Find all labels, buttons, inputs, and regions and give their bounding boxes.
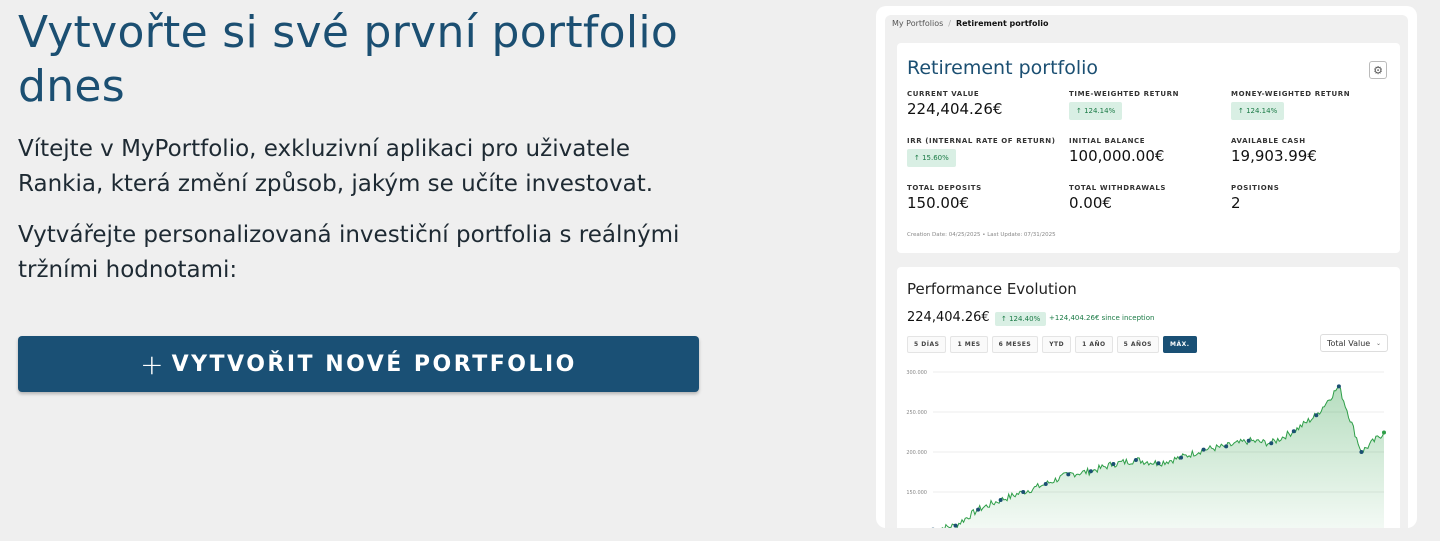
data-point[interactable] [1224, 444, 1229, 449]
breadcrumb-root[interactable]: My Portfolios [892, 19, 943, 28]
hero-title: Vytvořte si své první portfolio dnes [18, 7, 679, 112]
stat-label: POSITIONS [1231, 184, 1280, 192]
stat-current-value: CURRENT VALUE 224,404.26€ [907, 90, 1067, 118]
stat-label: TOTAL DEPOSITS [907, 184, 982, 192]
data-point[interactable] [1043, 482, 1048, 486]
portfolio-preview: My Portfolios / Retirement portfolio Retir… [876, 6, 1417, 528]
range-tab[interactable]: 5 DÍAS [907, 336, 947, 353]
performance-card: Performance Evolution 224,404.26€ ↑ 124.… [897, 267, 1400, 528]
performance-since: +124,404.26€ since inception [1049, 314, 1155, 322]
stat-label: IRR (INTERNAL RATE OF RETURN) [907, 137, 1056, 145]
data-point[interactable] [1156, 461, 1161, 466]
range-tab[interactable]: 1 MES [950, 336, 988, 353]
hero-section: Vytvořte si své první portfolio dnes Vít… [18, 6, 718, 288]
stat-total-deposits: TOTAL DEPOSITS 150.00€ [907, 184, 1067, 212]
performance-title: Performance Evolution [907, 280, 1077, 298]
range-tab[interactable]: MÁX. [1163, 336, 1197, 353]
series-area [942, 386, 1384, 528]
metric-select[interactable]: Total Value ⌄ [1320, 334, 1388, 352]
stat-label: AVAILABLE CASH [1231, 137, 1306, 145]
performance-chart: 100.000150.000200.000250.000300.000 [906, 370, 1386, 528]
data-point[interactable] [1066, 472, 1071, 477]
data-point[interactable] [1382, 430, 1386, 435]
data-point[interactable] [1088, 469, 1093, 474]
stat-value: 2 [1231, 194, 1241, 212]
y-tick-label: 300.000 [906, 370, 927, 376]
stat-irr: IRR (INTERNAL RATE OF RETURN) ↑ 15.60% [907, 137, 1067, 167]
gear-icon[interactable]: ⚙ [1369, 61, 1387, 79]
stat-value: 100,000.00€ [1069, 147, 1165, 165]
portfolio-title: Retirement portfolio [907, 57, 1099, 79]
performance-value: 224,404.26€ [907, 310, 990, 325]
stat-initial-balance: INITIAL BALANCE 100,000.00€ [1069, 137, 1229, 165]
breadcrumb-current: Retirement portfolio [955, 19, 1049, 28]
y-tick-label: 150.000 [906, 490, 927, 496]
range-tab[interactable]: 1 AÑO [1075, 336, 1113, 353]
data-point[interactable] [1336, 384, 1341, 389]
return-badge: ↑ 124.14% [1069, 102, 1123, 120]
portfolio-dates: Creation Date: 04/25/2025 • Last Update:… [907, 232, 1056, 238]
y-tick-label: 200.000 [906, 450, 927, 456]
stat-twr: TIME-WEIGHTED RETURN ↑ 124.14% [1069, 90, 1229, 120]
create-portfolio-label: VYTVOŘIT NOVÉ PORTFOLIO [171, 351, 577, 377]
hero-features-text: Vytvářejte personalizovaná investiční po… [18, 222, 680, 283]
stat-label: INITIAL BALANCE [1069, 137, 1146, 145]
stat-label: MONEY-WEIGHTED RETURN [1231, 90, 1351, 98]
breadcrumb: My Portfolios / Retirement portfolio [892, 19, 1049, 28]
data-point[interactable] [1246, 438, 1251, 443]
metric-select-value: Total Value [1327, 338, 1371, 348]
return-badge: ↑ 15.60% [907, 149, 956, 167]
stat-value: 224,404.26€ [907, 100, 1003, 118]
data-point[interactable] [1269, 441, 1274, 446]
stat-label: TOTAL WITHDRAWALS [1069, 184, 1167, 192]
stat-label: TIME-WEIGHTED RETURN [1069, 90, 1180, 98]
stat-total-withdrawals: TOTAL WITHDRAWALS 0.00€ [1069, 184, 1229, 212]
time-range-tabs: 5 DÍAS 1 MES 6 MESES YTD 1 AÑO 5 AÑOS MÁX. [907, 336, 1197, 353]
stat-value: 0.00€ [1069, 194, 1112, 212]
data-point[interactable] [1133, 458, 1138, 462]
data-point[interactable] [953, 523, 958, 528]
portfolio-summary-card: Retirement portfolio ⚙ CURRENT VALUE 224… [897, 43, 1400, 253]
range-tab[interactable]: YTD [1042, 336, 1072, 353]
return-badge: ↑ 124.14% [1231, 102, 1285, 120]
data-point[interactable] [1111, 462, 1116, 466]
data-point[interactable] [1179, 455, 1184, 460]
breadcrumb-separator: / [948, 19, 951, 28]
data-point[interactable] [1359, 450, 1364, 454]
data-point[interactable] [976, 507, 981, 512]
create-portfolio-button[interactable]: + VYTVOŘIT NOVÉ PORTFOLIO [18, 336, 699, 392]
data-point[interactable] [998, 498, 1003, 502]
preview-screen: My Portfolios / Retirement portfolio Retir… [885, 15, 1408, 528]
y-tick-label: 250.000 [906, 410, 927, 416]
range-tab[interactable]: 5 AÑOS [1116, 336, 1159, 353]
plus-icon: + [140, 347, 164, 381]
stat-mwr: MONEY-WEIGHTED RETURN ↑ 124.14% [1231, 90, 1391, 120]
performance-badge: ↑ 124.40% [995, 312, 1047, 326]
stat-value: 19,903.99€ [1231, 147, 1317, 165]
stat-available-cash: AVAILABLE CASH 19,903.99€ [1231, 137, 1391, 165]
range-tab[interactable]: 6 MESES [991, 336, 1039, 353]
data-point[interactable] [1291, 429, 1296, 434]
stat-positions: POSITIONS 2 [1231, 184, 1391, 212]
chevron-down-icon: ⌄ [1375, 339, 1381, 347]
data-point[interactable] [1201, 447, 1206, 452]
hero-intro-text: Vítejte v MyPortfolio, exkluzivní aplika… [18, 136, 654, 197]
data-point[interactable] [1314, 413, 1319, 418]
data-point[interactable] [1021, 490, 1026, 494]
stat-value: 150.00€ [907, 194, 970, 212]
stat-label: CURRENT VALUE [907, 90, 980, 98]
